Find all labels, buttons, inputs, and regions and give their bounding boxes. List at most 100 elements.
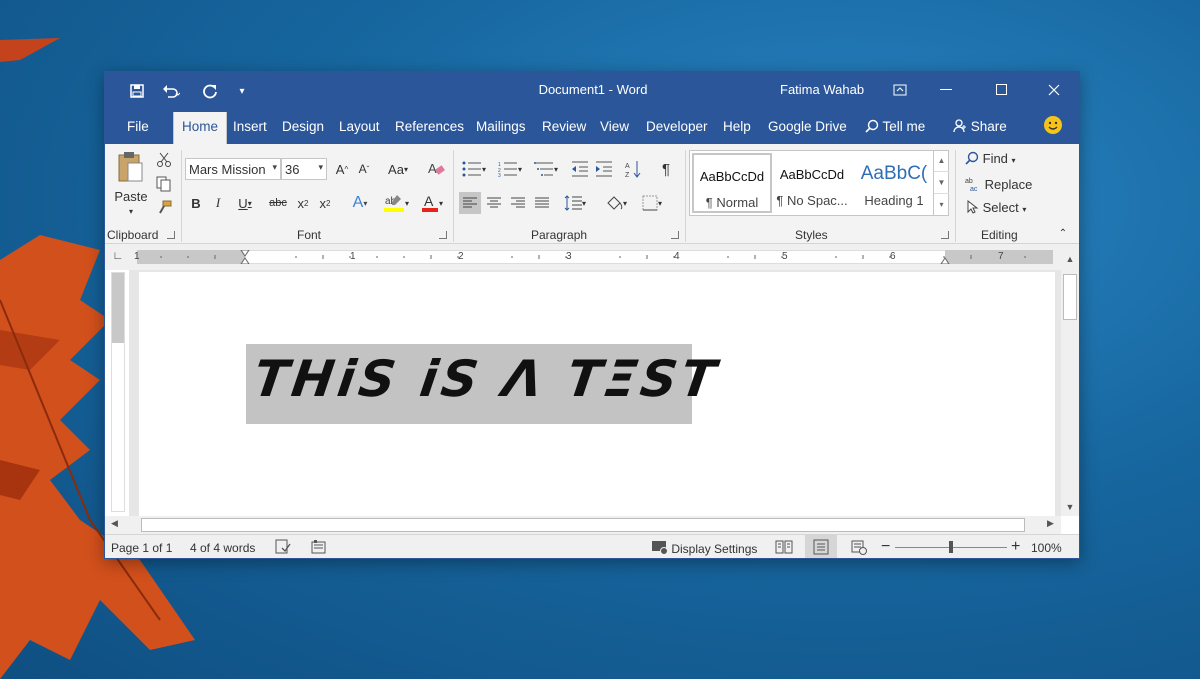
tab-mailings[interactable]: Mailings bbox=[476, 119, 526, 134]
tab-file[interactable]: File bbox=[127, 119, 149, 134]
bullets-icon[interactable]: ▾ bbox=[457, 158, 491, 180]
multilevel-list-icon[interactable]: ▾ bbox=[529, 158, 563, 180]
style-normal[interactable]: AaBbCcDd ¶ Normal bbox=[692, 153, 772, 213]
tab-developer[interactable]: Developer bbox=[646, 119, 708, 134]
align-right-icon[interactable] bbox=[507, 192, 529, 214]
scroll-up-icon[interactable]: ▲ bbox=[934, 150, 949, 172]
paste-dropdown-icon[interactable]: ▾ bbox=[123, 204, 139, 218]
tab-view[interactable]: View bbox=[600, 119, 629, 134]
word-window: ▾ Document1 - Word Fatima Wahab File Hom… bbox=[104, 71, 1080, 559]
superscript-icon[interactable]: x2 bbox=[315, 192, 335, 214]
line-spacing-icon[interactable]: ▾ bbox=[559, 192, 591, 214]
subscript-icon[interactable]: x2 bbox=[293, 192, 313, 214]
underline-icon[interactable]: U ▾ bbox=[231, 192, 259, 214]
page-count[interactable]: Page 1 of 1 bbox=[111, 541, 172, 555]
share-button[interactable]: Share bbox=[953, 119, 1007, 134]
change-case-icon[interactable]: Aa ▾ bbox=[383, 158, 413, 180]
tab-selector-icon[interactable]: ∟ bbox=[111, 250, 125, 264]
document-page[interactable]: THiS iS Λ TΞST bbox=[139, 272, 1055, 516]
tab-references[interactable]: References bbox=[395, 119, 464, 134]
scroll-down-icon[interactable]: ▼ bbox=[1061, 502, 1079, 512]
vertical-scrollbar[interactable]: ▲ ▼ bbox=[1061, 248, 1079, 516]
ruler-number: 5 bbox=[782, 251, 788, 262]
paragraph-launcher-icon[interactable] bbox=[671, 231, 679, 239]
borders-icon[interactable]: ▾ bbox=[635, 192, 669, 214]
highlight-icon[interactable]: ab ▾ bbox=[379, 192, 413, 214]
styles-launcher-icon[interactable] bbox=[941, 231, 949, 239]
style-heading-1[interactable]: AaBbC( Heading 1 bbox=[854, 153, 934, 213]
clipboard-launcher-icon[interactable] bbox=[167, 231, 175, 239]
style-no-spacing[interactable]: AaBbCcDd ¶ No Spac... bbox=[772, 153, 852, 213]
bold-icon[interactable]: B bbox=[187, 192, 205, 214]
font-group-label: Font bbox=[297, 228, 322, 242]
minimize-icon[interactable] bbox=[923, 72, 969, 108]
align-center-icon[interactable] bbox=[483, 192, 505, 214]
proofing-icon[interactable] bbox=[275, 539, 291, 558]
cut-icon[interactable] bbox=[153, 150, 175, 170]
increase-indent-icon[interactable] bbox=[593, 158, 615, 180]
format-painter-icon[interactable] bbox=[153, 198, 175, 218]
display-settings-button[interactable]: Display Settings bbox=[652, 541, 757, 556]
maximize-icon[interactable] bbox=[979, 72, 1025, 108]
zoom-out-icon[interactable]: − bbox=[881, 538, 890, 556]
ruler-number: 4 bbox=[674, 251, 680, 262]
justify-icon[interactable] bbox=[531, 192, 553, 214]
select-button[interactable]: Select ▾ bbox=[965, 199, 1026, 215]
collapse-ribbon-icon[interactable]: ⌃ bbox=[1055, 226, 1071, 240]
print-layout-icon[interactable] bbox=[813, 539, 829, 558]
svg-text:A: A bbox=[424, 193, 434, 209]
zoom-in-icon[interactable]: + bbox=[1011, 538, 1020, 556]
select-label: Select bbox=[982, 200, 1019, 215]
font-size-combo[interactable]: 36 ▾ bbox=[281, 158, 327, 180]
tab-insert[interactable]: Insert bbox=[233, 119, 267, 134]
show-formatting-marks-icon[interactable]: ¶ bbox=[655, 158, 677, 180]
paste-button[interactable]: Paste bbox=[113, 188, 149, 204]
smiley-feedback-icon[interactable] bbox=[1043, 115, 1063, 138]
grow-font-icon[interactable]: A ^ bbox=[332, 158, 352, 180]
align-left-icon[interactable] bbox=[459, 192, 481, 214]
vertical-scroll-thumb[interactable] bbox=[1063, 274, 1077, 320]
font-launcher-icon[interactable] bbox=[439, 231, 447, 239]
font-name-combo[interactable]: Mars Mission ▾ bbox=[185, 158, 281, 180]
zoom-level[interactable]: 100% bbox=[1031, 541, 1062, 555]
tab-review[interactable]: Review bbox=[542, 119, 586, 134]
shrink-font-icon[interactable]: Aˇ bbox=[354, 158, 374, 180]
read-mode-icon[interactable] bbox=[775, 539, 793, 558]
tab-help[interactable]: Help bbox=[723, 119, 751, 134]
scroll-left-icon[interactable]: ◀ bbox=[111, 518, 118, 529]
tab-google-drive[interactable]: Google Drive bbox=[768, 119, 847, 134]
italic-icon[interactable]: I bbox=[209, 192, 227, 214]
strikethrough-icon[interactable]: abc bbox=[265, 192, 291, 214]
tab-layout[interactable]: Layout bbox=[339, 119, 380, 134]
ribbon-display-icon[interactable] bbox=[877, 72, 923, 108]
scroll-down-icon[interactable]: ▼ bbox=[934, 172, 949, 194]
decrease-indent-icon[interactable] bbox=[569, 158, 591, 180]
ruler-number: 7 bbox=[998, 251, 1004, 262]
replace-button[interactable]: ab ac Replace bbox=[965, 176, 1032, 193]
shading-icon[interactable]: ▾ bbox=[599, 192, 633, 214]
paste-icon[interactable] bbox=[115, 150, 145, 184]
macro-recording-icon[interactable] bbox=[311, 539, 327, 558]
horizontal-scroll-thumb[interactable] bbox=[141, 518, 1025, 532]
zoom-slider-thumb[interactable] bbox=[949, 541, 953, 553]
clear-formatting-icon[interactable]: A bbox=[425, 158, 447, 180]
selected-text-highlight[interactable]: THiS iS Λ TΞST bbox=[246, 344, 723, 424]
numbering-icon[interactable]: 1 2 3 ▾ bbox=[493, 158, 527, 180]
scroll-right-icon[interactable]: ▶ bbox=[1047, 518, 1054, 529]
find-button[interactable]: Find ▾ bbox=[965, 151, 1016, 166]
text-effects-icon[interactable]: A ▾ bbox=[345, 192, 375, 214]
user-name[interactable]: Fatima Wahab bbox=[780, 82, 864, 97]
tell-me-search[interactable]: Tell me bbox=[865, 119, 925, 134]
document-text[interactable]: THiS iS Λ TΞST bbox=[250, 350, 723, 408]
horizontal-scrollbar[interactable]: ◀ ▶ bbox=[105, 516, 1061, 534]
word-count[interactable]: 4 of 4 words bbox=[190, 541, 255, 555]
scroll-up-icon[interactable]: ▲ bbox=[1061, 254, 1079, 264]
more-styles-icon[interactable]: ▾ bbox=[934, 194, 949, 216]
tab-home[interactable]: Home bbox=[173, 112, 228, 144]
tab-design[interactable]: Design bbox=[282, 119, 324, 134]
web-layout-icon[interactable] bbox=[851, 539, 867, 558]
font-color-icon[interactable]: A ▾ bbox=[415, 192, 449, 214]
close-icon[interactable] bbox=[1031, 72, 1077, 108]
sort-icon[interactable]: AZ bbox=[623, 158, 645, 180]
copy-icon[interactable] bbox=[153, 174, 175, 194]
